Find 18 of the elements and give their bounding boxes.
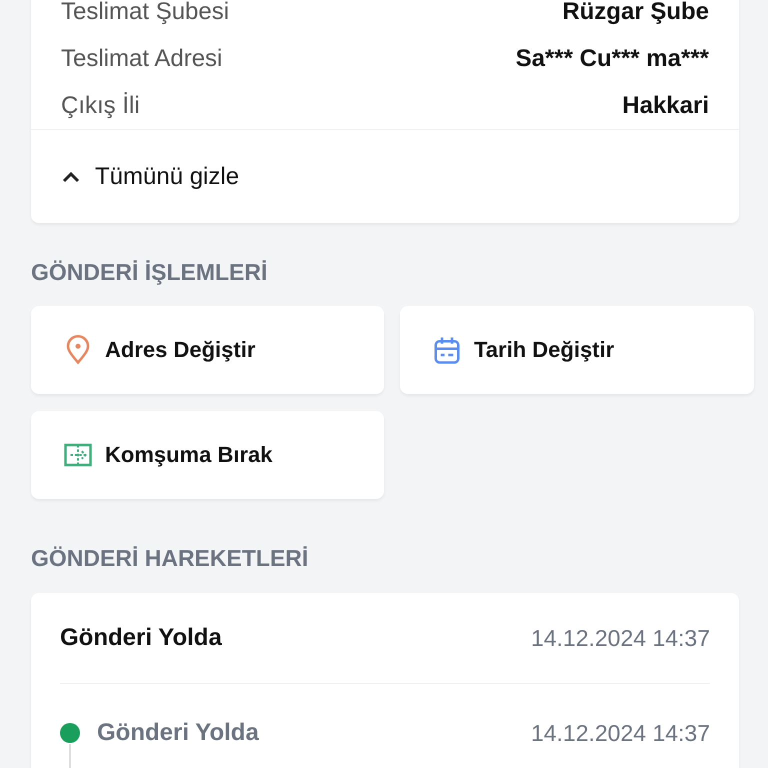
detail-label: Çıkış İli (61, 92, 140, 120)
calendar-icon (432, 335, 462, 365)
timeline-dot (60, 723, 80, 743)
section-heading: GÖNDERİ İŞLEMLERİ (31, 259, 268, 285)
detail-label: Teslimat Adresi (61, 44, 222, 72)
status-title: Gönderi Yolda (60, 624, 222, 652)
action-button[interactable]: Tarih Değiştir (400, 306, 754, 394)
detail-value: Sa*** Cu*** ma*** (516, 44, 709, 72)
detail-value: Hakkari (622, 92, 709, 120)
section-heading: GÖNDERİ HAREKETLERİ (31, 545, 308, 571)
action-button[interactable]: Komşuma Bırak (31, 411, 384, 499)
status-time: 14.12.2024 14:37 (530, 624, 710, 652)
action-button[interactable]: Adres Değiştir (31, 306, 384, 394)
event-time: 14.12.2024 14:37 (530, 720, 710, 746)
detail-label: Teslimat Şubesi (61, 0, 230, 26)
event-label: Gönderi Yolda (97, 719, 260, 747)
hide-all-link[interactable]: Tümünü gizle (95, 162, 240, 190)
detail-value: Rüzgar Şube (562, 0, 709, 26)
